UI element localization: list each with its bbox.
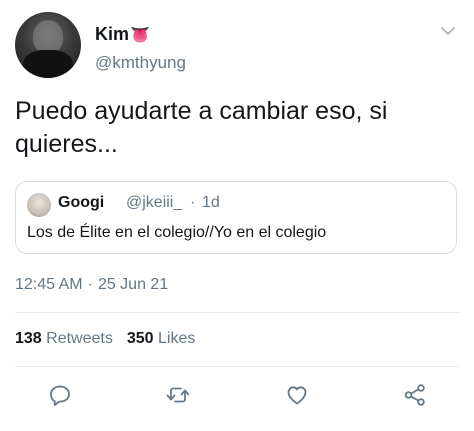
retweets-stat[interactable]: 138 Retweets — [15, 330, 113, 347]
quoted-avatar — [27, 193, 51, 217]
avatar[interactable] — [15, 12, 81, 78]
action-bar — [0, 378, 474, 412]
retweet-icon[interactable] — [165, 382, 191, 408]
author-display-name[interactable]: Kim — [95, 24, 129, 44]
likes-count: 350 — [126, 330, 154, 347]
likes-stat[interactable]: 350 Likes — [127, 330, 196, 347]
tweet-header: Kim👅 @kmthyung — [15, 12, 459, 80]
quoted-tweet[interactable]: Googi @jkeiii_ · 1d Los de Élite en el c… — [15, 181, 457, 254]
tweet-time[interactable]: 12:45 AM — [15, 276, 83, 293]
tweet-stats: 138 Retweets 350 Likes — [15, 330, 195, 348]
tweet-date[interactable]: 25 Jun 21 — [98, 276, 168, 293]
chevron-down-icon[interactable] — [439, 22, 457, 40]
tongue-emoji: 👅 — [130, 27, 150, 44]
quoted-separator: · — [190, 194, 196, 211]
tweet-text: Puedo ayudarte a cambiar eso, si quieres… — [15, 97, 388, 158]
quoted-text: Los de Élite en el colegio//Yo en el col… — [27, 224, 327, 241]
quoted-handle: @jkeiii_ — [126, 194, 183, 211]
quoted-name: Googi — [58, 194, 105, 211]
divider — [15, 366, 459, 367]
retweets-label: Retweets — [46, 330, 113, 347]
author-handle[interactable]: @kmthyung — [95, 52, 186, 74]
reply-icon[interactable] — [47, 382, 73, 408]
retweets-count: 138 — [15, 330, 42, 347]
share-icon[interactable] — [402, 382, 428, 408]
meta-separator: · — [87, 276, 93, 293]
likes-label: Likes — [158, 330, 196, 347]
author-name[interactable]: Kim👅 — [95, 23, 150, 47]
heart-icon[interactable] — [284, 382, 310, 408]
quoted-time: 1d — [202, 194, 220, 211]
tweet-meta: 12:45 AM · 25 Jun 21 — [15, 276, 168, 294]
divider — [15, 312, 459, 313]
